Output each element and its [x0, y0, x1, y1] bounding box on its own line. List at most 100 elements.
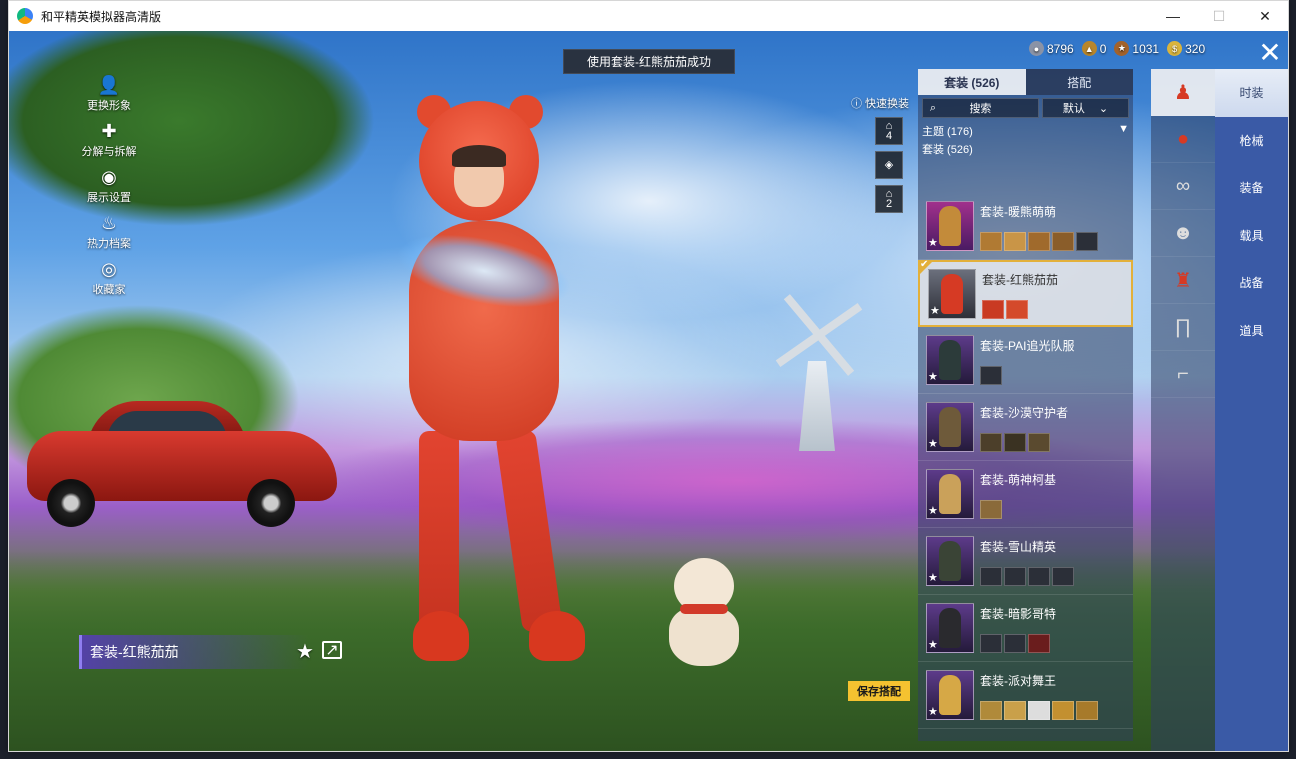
- outfit-thumbnail: ★: [926, 670, 974, 720]
- outfit-thumbnail: ★: [926, 603, 974, 653]
- flame-icon: ♨: [100, 213, 118, 233]
- outfit-name: 套装-萌神柯基: [980, 473, 1056, 487]
- eye-icon: ◉: [101, 167, 117, 187]
- quick-slot-button[interactable]: ⌂ 4: [875, 117, 903, 145]
- gold-coin-icon: $: [1167, 41, 1183, 56]
- outfit-thumbnail: ★: [926, 402, 974, 452]
- change-avatar-button[interactable]: 👤 更换形象: [69, 67, 149, 113]
- display-settings-button[interactable]: ◉ 展示设置: [69, 159, 149, 205]
- search-icon: ⌕: [929, 101, 937, 114]
- player-character: [399, 95, 599, 661]
- outfit-item[interactable]: ★ 套装-暗影哥特: [918, 595, 1133, 662]
- quick-slot-button[interactable]: ◈: [875, 151, 903, 179]
- currency-item: $ 320: [1167, 41, 1205, 56]
- section-battle-prep[interactable]: 战备: [1215, 259, 1288, 307]
- share-icon[interactable]: ↗: [322, 641, 342, 659]
- section-fashion[interactable]: 时装: [1215, 69, 1288, 117]
- quick-slot-button[interactable]: ⌂ 2: [875, 185, 903, 213]
- category-pants[interactable]: ∏: [1151, 304, 1215, 351]
- collector-badge-icon: ◎: [101, 259, 117, 279]
- game-viewport: 👤 更换形象 ✚ 分解与拆解 ◉ 展示设置 ♨ 热力档案 ◎ 收藏家 使用套装-…: [9, 31, 1288, 751]
- star-icon: ★: [928, 371, 938, 383]
- star-icon: ★: [928, 706, 938, 718]
- maximize-button[interactable]: ☐: [1196, 1, 1242, 31]
- quick-change-label: ⓘ 快速换装: [851, 95, 913, 111]
- heat-record-button[interactable]: ♨ 热力档案: [69, 205, 149, 251]
- outfit-parts: [982, 299, 1058, 319]
- category-column: ♟ ● ∞ ☻ ♜ ∏ ⌐: [1151, 69, 1215, 751]
- outfit-name: 套装-雪山精英: [980, 540, 1056, 554]
- currency-item: ▲ 0: [1081, 41, 1106, 56]
- outfit-item[interactable]: ★ 套装-雪山精英: [918, 528, 1133, 595]
- star-icon: ★: [928, 505, 938, 517]
- collector-button[interactable]: ◎ 收藏家: [69, 251, 149, 297]
- outfit-item[interactable]: ★ 套装-PAI追光队服: [918, 327, 1133, 394]
- outfit-thumbnail: ★: [926, 469, 974, 519]
- star-icon: ★: [928, 237, 938, 249]
- full-outfit-icon: ♟: [1174, 81, 1192, 104]
- outfit-thumbnail: ★: [928, 268, 976, 319]
- category-shoes[interactable]: ⌐: [1151, 351, 1215, 398]
- face-mask-icon: ☻: [1172, 221, 1194, 244]
- app-logo-icon: [17, 8, 33, 24]
- currency-item: ★ 1031: [1114, 41, 1159, 56]
- pants-icon: ∏: [1174, 315, 1192, 338]
- minimize-button[interactable]: —: [1150, 1, 1196, 31]
- emblem-icon: ◈: [884, 159, 894, 171]
- outfit-thumbnail: ★: [926, 335, 974, 385]
- outfit-item[interactable]: ★ 套装-沙漠守护者: [918, 394, 1133, 461]
- star-icon: ★: [930, 304, 940, 317]
- person-icon: 👤: [97, 75, 121, 95]
- search-input[interactable]: ⌕ 搜索: [922, 98, 1039, 118]
- outfit-parts: [980, 433, 1068, 452]
- outfit-list: ★ 套装-暖熊萌萌 ✔ ★ 套装-红熊茄茄 ★ 套装-PAI追光队服 ★ 套装-…: [918, 193, 1133, 729]
- title-bar: 和平精英模拟器高清版 — ☐ ✕: [9, 1, 1288, 31]
- close-icon[interactable]: ✕: [1254, 37, 1286, 69]
- category-head-accessory[interactable]: ●: [1151, 116, 1215, 163]
- window-title: 和平精英模拟器高清版: [41, 9, 162, 24]
- outfit-panel: 套装 (526) 搭配 ⌕ 搜索 默认 ⌄ 主题 (176) ▼ 套装 (526…: [918, 69, 1133, 741]
- tab-suits[interactable]: 套装 (526): [918, 69, 1026, 95]
- close-window-button[interactable]: ✕: [1242, 1, 1288, 31]
- theme-group-header[interactable]: 主题 (176) ▼: [918, 121, 1133, 139]
- outfit-parts: [980, 634, 1056, 653]
- goggles-icon: ∞: [1175, 174, 1191, 197]
- shoes-icon: ⌐: [1177, 362, 1189, 385]
- category-goggles[interactable]: ∞: [1151, 163, 1215, 210]
- outfit-tabs: 套装 (526) 搭配: [918, 69, 1133, 95]
- section-guns[interactable]: 枪械: [1215, 117, 1288, 165]
- help-icon: ⓘ: [851, 98, 862, 110]
- sports-car: [27, 401, 347, 527]
- outfit-thumbnail: ★: [926, 536, 974, 586]
- windmill: [799, 361, 835, 451]
- mascot-pet: [664, 558, 744, 668]
- section-vehicles[interactable]: 载具: [1215, 212, 1288, 260]
- outfit-name: 套装-派对舞王: [980, 674, 1056, 688]
- outfit-name: 套装-红熊茄茄: [982, 272, 1058, 287]
- outfit-item[interactable]: ★ 套装-萌神柯基: [918, 461, 1133, 528]
- section-equipment[interactable]: 装备: [1215, 164, 1288, 212]
- favorite-star-icon[interactable]: ★: [296, 639, 314, 664]
- outfit-item[interactable]: ★ 套装-暖熊萌萌: [918, 193, 1133, 260]
- outfit-parts: [980, 567, 1074, 586]
- outfit-item[interactable]: ★ 套装-派对舞王: [918, 662, 1133, 729]
- app-window: 和平精英模拟器高清版 — ☐ ✕ 👤 更换形象 ✚ 分解与拆解 ◉ 展示设置 ♨…: [8, 0, 1289, 752]
- decompose-button[interactable]: ✚ 分解与拆解: [69, 113, 149, 159]
- save-outfit-button[interactable]: 保存搭配: [848, 681, 910, 701]
- category-full-outfit[interactable]: ♟: [1151, 69, 1215, 116]
- head-accessory-icon: ●: [1176, 127, 1190, 150]
- outfit-name: 套装-PAI追光队服: [980, 339, 1075, 353]
- category-top[interactable]: ♜: [1151, 257, 1215, 304]
- top-clothing-icon: ♜: [1174, 269, 1192, 292]
- section-items[interactable]: 道具: [1215, 307, 1288, 355]
- outfit-item-selected[interactable]: ✔ ★ 套装-红熊茄茄: [918, 259, 1133, 327]
- gold-badge-icon: ▲: [1081, 41, 1097, 56]
- decompose-icon: ✚: [101, 121, 117, 141]
- tab-match[interactable]: 搭配: [1025, 69, 1133, 95]
- category-face[interactable]: ☻: [1151, 210, 1215, 257]
- outfit-name: 套装-暗影哥特: [980, 607, 1056, 621]
- section-menu: 时装 枪械 装备 载具 战备 道具: [1215, 69, 1288, 751]
- outfit-parts: [980, 366, 1074, 385]
- sort-dropdown[interactable]: 默认 ⌄: [1041, 98, 1129, 118]
- star-icon: ★: [928, 438, 938, 450]
